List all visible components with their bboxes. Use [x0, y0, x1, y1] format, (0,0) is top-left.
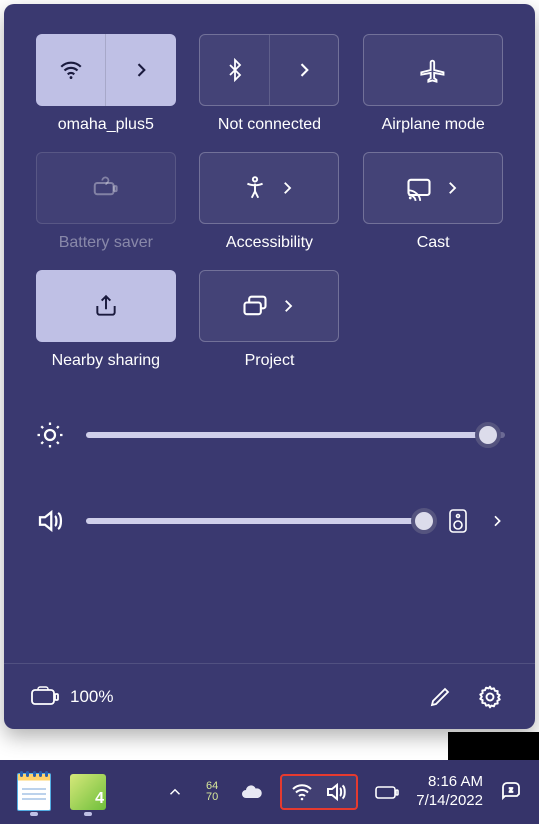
tile-wifi-wrap: omaha_plus5: [34, 34, 178, 134]
audio-output-button[interactable]: [447, 508, 469, 534]
wifi-icon: [58, 57, 84, 83]
battery-saver-icon: [91, 173, 121, 203]
panel-bottom-bar: 100%: [4, 663, 535, 729]
pencil-icon: [428, 685, 452, 709]
cast-icon: [405, 174, 433, 202]
tile-batterysaver-label: Battery saver: [59, 234, 153, 252]
tile-airplane-wrap: Airplane mode: [361, 34, 505, 134]
tray-weather[interactable]: 64 70: [200, 777, 224, 807]
tiles-grid: omaha_plus5 Not connected Airpla: [34, 34, 505, 370]
tray-onedrive[interactable]: [234, 776, 270, 808]
tile-project-label: Project: [245, 352, 295, 370]
tile-nearby-wrap: Nearby sharing: [34, 270, 178, 370]
taskbar-app-notepad[interactable]: [10, 768, 58, 816]
chevron-right-icon: [278, 179, 296, 197]
tile-cast-label: Cast: [417, 234, 450, 252]
volume-icon: [34, 506, 66, 536]
settings-button[interactable]: [471, 678, 509, 716]
tile-accessibility-label: Accessibility: [226, 234, 313, 252]
share-icon: [93, 293, 119, 319]
cloud-icon: [240, 780, 264, 804]
wifi-expand[interactable]: [106, 34, 176, 106]
tile-bluetooth-wrap: Not connected: [198, 34, 342, 134]
chevron-right-icon: [131, 60, 151, 80]
tile-accessibility[interactable]: [199, 152, 339, 224]
chevron-right-icon: [443, 179, 461, 197]
tray-network-volume-group[interactable]: [280, 774, 358, 810]
chevron-right-icon: [294, 60, 314, 80]
tile-wifi[interactable]: [36, 34, 176, 106]
tray-notifications[interactable]: z: [493, 776, 529, 808]
battery-percent: 100%: [70, 687, 113, 707]
tile-accessibility-wrap: Accessibility: [198, 152, 342, 252]
speaker-device-icon: [448, 508, 468, 534]
tray-overflow[interactable]: [160, 779, 190, 805]
chevron-up-icon: [166, 783, 184, 801]
weather-widget: 64 70: [206, 781, 218, 803]
sliders-section: [34, 420, 505, 536]
gear-icon: [477, 684, 503, 710]
tile-wifi-label: omaha_plus5: [58, 116, 154, 134]
bluetooth-toggle[interactable]: [200, 35, 269, 105]
brightness-slider[interactable]: [86, 432, 505, 438]
tile-bluetooth[interactable]: [199, 34, 339, 106]
tile-nearby-label: Nearby sharing: [52, 352, 161, 370]
tile-batterysaver: [36, 152, 176, 224]
tile-project-wrap: Project: [198, 270, 342, 370]
notification-dnd-icon: z: [499, 780, 523, 804]
tile-cast[interactable]: [363, 152, 503, 224]
tray-battery[interactable]: [368, 778, 406, 806]
tile-batterysaver-wrap: Battery saver: [34, 152, 178, 252]
taskbar-app-photos[interactable]: 4: [64, 768, 112, 816]
chevron-right-icon: [279, 297, 297, 315]
photos-icon: 4: [70, 774, 106, 810]
airplane-icon: [419, 56, 447, 84]
chevron-right-icon: [489, 513, 505, 529]
volume-slider[interactable]: [86, 518, 427, 524]
battery-icon: [374, 782, 400, 802]
quick-settings-panel: omaha_plus5 Not connected Airpla: [4, 4, 535, 729]
volume-row: [34, 506, 505, 536]
background-strip: [448, 732, 539, 760]
clock-time: 8:16 AM: [428, 773, 483, 792]
tile-nearby[interactable]: [36, 270, 176, 342]
bluetooth-expand[interactable]: [270, 35, 339, 105]
svg-text:z: z: [509, 787, 513, 794]
clock-date: 7/14/2022: [416, 792, 483, 811]
tile-project[interactable]: [199, 270, 339, 342]
tile-airplane-label: Airplane mode: [382, 116, 485, 134]
brightness-icon: [34, 420, 66, 450]
notepad-icon: [17, 773, 51, 811]
accessibility-icon: [242, 175, 268, 201]
system-tray: 64 70 8:16 AM 7/14/2022 z: [160, 773, 529, 811]
tray-clock[interactable]: 8:16 AM 7/14/2022: [416, 773, 483, 811]
battery-status[interactable]: 100%: [30, 686, 113, 708]
wifi-toggle[interactable]: [36, 34, 106, 106]
tile-bluetooth-label: Not connected: [218, 116, 321, 134]
volume-icon: [324, 780, 348, 804]
battery-icon: [30, 686, 60, 708]
edit-button[interactable]: [421, 678, 459, 716]
project-icon: [241, 292, 269, 320]
tile-cast-wrap: Cast: [361, 152, 505, 252]
taskbar: 4 64 70 8:16 AM 7/14/2022 z: [0, 760, 539, 824]
wifi-icon: [290, 780, 314, 804]
audio-output-expand[interactable]: [489, 513, 505, 529]
bluetooth-icon: [223, 58, 247, 82]
tile-airplane[interactable]: [363, 34, 503, 106]
brightness-row: [34, 420, 505, 450]
